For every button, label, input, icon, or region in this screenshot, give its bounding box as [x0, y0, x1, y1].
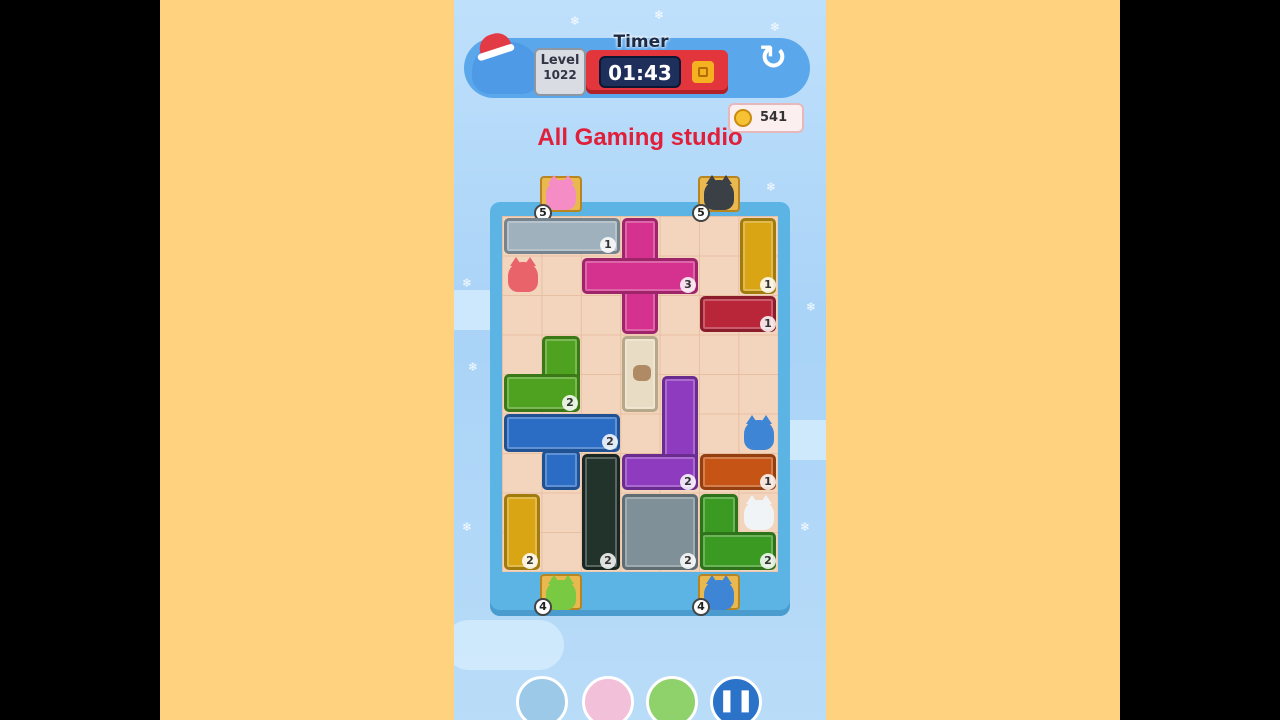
snowflake-icon: ❄: [770, 20, 781, 34]
balloon-powerup-button[interactable]: [582, 676, 634, 720]
pink-cat-icon: [546, 175, 576, 210]
timer-value: 01:43: [599, 56, 681, 88]
block-count: 1: [600, 237, 616, 253]
game-screen: ❄ ❄ ❄ ❄ ❄ ❄ ❄ ❄ ❄ Level 1022 Timer 01:43…: [454, 0, 826, 720]
letterbox-right: [1120, 0, 1280, 720]
block-count: 2: [602, 434, 618, 450]
side-panel-left: [160, 0, 454, 720]
black-cat-icon: [704, 175, 734, 210]
snowflake-icon: ❄: [806, 300, 817, 314]
snowflake-icon: ❄: [468, 360, 479, 374]
freeze-powerup-button[interactable]: [516, 676, 568, 720]
gate-count-badge: 4: [534, 598, 552, 616]
block-count: 2: [562, 395, 578, 411]
rock-icon: [633, 365, 651, 381]
snowflake-icon: ❄: [570, 14, 581, 28]
gate-count-badge: 5: [692, 204, 710, 222]
watermark-text: All Gaming studio: [537, 124, 743, 151]
level-label: Level: [540, 53, 580, 68]
block-count: 1: [760, 474, 776, 490]
snowflake-icon: ❄: [462, 520, 473, 534]
block-count: 3: [680, 277, 696, 293]
freeze-timer-button[interactable]: [692, 61, 714, 83]
snowflake-icon: ❄: [800, 520, 811, 534]
snowflake-icon: ❄: [462, 276, 473, 290]
side-panel-right: [826, 0, 1120, 720]
santa-hat-icon: [476, 29, 512, 57]
pause-button[interactable]: ❚❚: [710, 676, 762, 720]
cloud-decor: [454, 620, 564, 670]
blue-t-block-stem[interactable]: [542, 450, 580, 490]
snowflake-icon: ❄: [766, 180, 777, 194]
magnet-powerup-button[interactable]: [646, 676, 698, 720]
white-cat-icon[interactable]: [744, 495, 774, 530]
letterbox-left: [0, 0, 160, 720]
block-count: 1: [760, 316, 776, 332]
block-count: 2: [600, 553, 616, 569]
dark-green-block[interactable]: [582, 454, 620, 570]
blue-cat-icon[interactable]: [744, 415, 774, 450]
block-count: 2: [522, 553, 538, 569]
obstacle-tile: [622, 336, 658, 412]
level-number: 1022: [543, 68, 577, 82]
block-count: 1: [760, 277, 776, 293]
timer-label: Timer: [613, 32, 669, 52]
pink-cat-icon[interactable]: [508, 257, 538, 292]
level-indicator: Level 1022: [534, 48, 586, 96]
coin-value: 541: [760, 110, 788, 125]
block-count: 2: [760, 553, 776, 569]
block-count: 2: [680, 553, 696, 569]
gate-count-badge: 4: [692, 598, 710, 616]
block-count: 2: [680, 474, 696, 490]
snowflake-icon: ❄: [654, 8, 665, 22]
restart-icon[interactable]: ↻: [754, 38, 792, 78]
